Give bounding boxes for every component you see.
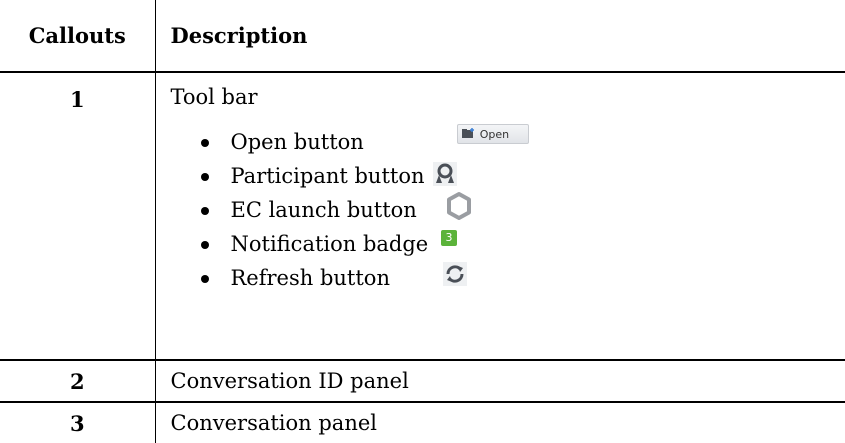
callout-number: 1 xyxy=(0,72,155,360)
table-row: 2 Conversation ID panel xyxy=(0,360,845,402)
list-item: Notification badge 3 xyxy=(201,227,845,261)
callout-number: 3 xyxy=(0,402,155,443)
ec-launch-icon xyxy=(444,191,474,221)
refresh-icon xyxy=(443,262,467,286)
list-item: Open button Open xyxy=(201,125,845,159)
header-row: Callouts Description xyxy=(0,0,845,72)
list-item: Participant button xyxy=(201,159,845,193)
callout-title: Tool bar xyxy=(171,73,845,125)
toolbar-item-list: Open button Open Participant but xyxy=(171,125,845,295)
callouts-table: Callouts Description 1 Tool bar Open but… xyxy=(0,0,845,443)
list-item-label: EC launch button xyxy=(231,198,417,222)
participant-icon xyxy=(433,162,457,186)
list-item-label: Participant button xyxy=(231,164,425,188)
list-item: EC launch button xyxy=(201,193,845,227)
list-item-label: Open button xyxy=(231,130,364,154)
callout-description: Conversation ID panel xyxy=(155,360,845,402)
list-item-label: Refresh button xyxy=(231,266,390,290)
callout-number: 2 xyxy=(0,360,155,402)
table-row: 1 Tool bar Open button Open xyxy=(0,72,845,360)
header-callouts: Callouts xyxy=(0,0,155,72)
callout-description: Tool bar Open button Open xyxy=(155,72,845,360)
notification-badge-icon: 3 xyxy=(441,230,457,246)
header-description: Description xyxy=(155,0,845,72)
list-item: Refresh button xyxy=(201,261,845,295)
callout-description: Conversation panel xyxy=(155,402,845,443)
list-item-label: Notification badge xyxy=(231,232,429,256)
open-button-label: Open xyxy=(480,128,509,141)
table-row: 3 Conversation panel xyxy=(0,402,845,443)
open-button-icon: Open xyxy=(457,124,529,144)
